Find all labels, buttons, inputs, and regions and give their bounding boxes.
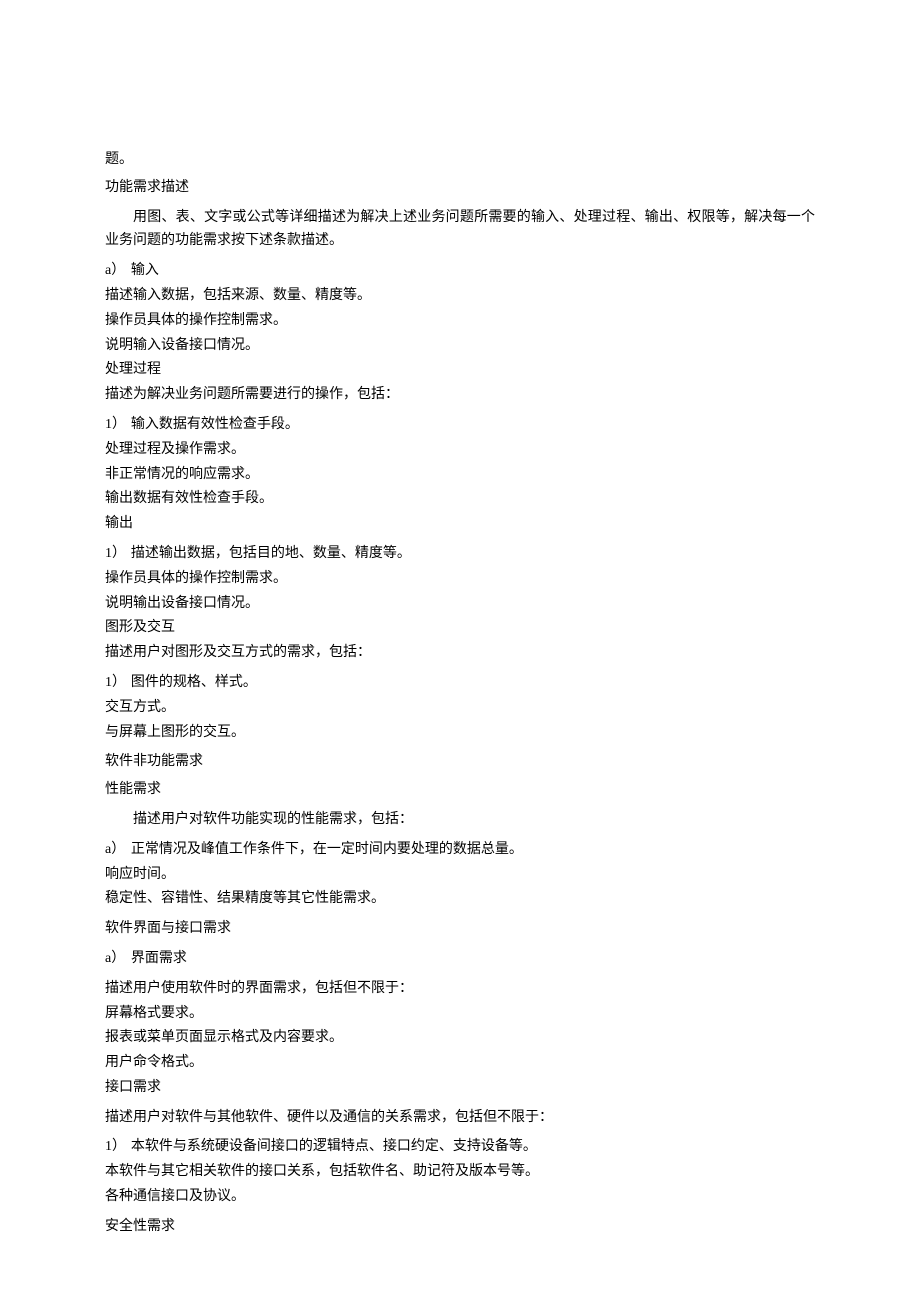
- marker-1: 1）: [105, 1135, 127, 1159]
- if-intro: 描述用户对软件与其他软件、硬件以及通信的关系需求，包括但不限于：: [105, 1106, 815, 1130]
- proc-text-1: 输入数据有效性检查手段。: [131, 417, 299, 432]
- out-line-2: 操作员具体的操作控制需求。: [105, 567, 815, 591]
- out-text-1: 描述输出数据，包括目的地、数量、精度等。: [131, 546, 411, 561]
- processing-intro: 描述为解决业务问题所需要进行的操作，包括：: [105, 383, 815, 407]
- gfx-line-2: 交互方式。: [105, 696, 815, 720]
- gfx-text-1: 图件的规格、样式。: [131, 675, 257, 690]
- heading-func-req-desc: 功能需求描述: [105, 176, 815, 200]
- if-line-1: 1） 本软件与系统硬设备间接口的逻辑特点、接口约定、支持设备等。: [105, 1135, 815, 1159]
- proc-line-1: 1） 输入数据有效性检查手段。: [105, 413, 815, 437]
- heading-security-req: 安全性需求: [105, 1215, 815, 1239]
- ui-line-3: 用户命令格式。: [105, 1051, 815, 1075]
- if-line-3: 各种通信接口及协议。: [105, 1185, 815, 1209]
- if-text-1: 本软件与系统硬设备间接口的逻辑特点、接口约定、支持设备等。: [131, 1139, 537, 1154]
- item-input: a） 输入: [105, 259, 815, 283]
- heading-perf-req: 性能需求: [105, 778, 815, 802]
- perf-line-2: 响应时间。: [105, 863, 815, 887]
- ui-line-1: 屏幕格式要求。: [105, 1002, 815, 1026]
- ui-intro: 描述用户使用软件时的界面需求，包括但不限于：: [105, 977, 815, 1001]
- proc-line-4: 输出数据有效性检查手段。: [105, 487, 815, 511]
- item-output: 输出: [105, 512, 815, 536]
- para-func-desc: 用图、表、文字或公式等详细描述为解决上述业务问题所需要的输入、处理过程、输出、权…: [105, 206, 815, 254]
- item-processing: 处理过程: [105, 358, 815, 382]
- proc-line-2: 处理过程及操作需求。: [105, 438, 815, 462]
- fragment-top: 题。: [105, 148, 815, 172]
- input-line-3: 说明输入设备接口情况。: [105, 334, 815, 358]
- item-ui: a） 界面需求: [105, 947, 815, 971]
- heading-ui-interface-req: 软件界面与接口需求: [105, 917, 815, 941]
- item-interface: 接口需求: [105, 1076, 815, 1100]
- item-graphics: 图形及交互: [105, 616, 815, 640]
- marker-1: 1）: [105, 671, 127, 695]
- perf-line-1: a） 正常情况及峰值工作条件下，在一定时间内要处理的数据总量。: [105, 838, 815, 862]
- input-line-2: 操作员具体的操作控制需求。: [105, 309, 815, 333]
- marker-a: a）: [105, 947, 127, 971]
- marker-a: a）: [105, 259, 127, 283]
- marker-1: 1）: [105, 413, 127, 437]
- gfx-line-1: 1） 图件的规格、样式。: [105, 671, 815, 695]
- perf-line-3: 稳定性、容错性、结果精度等其它性能需求。: [105, 887, 815, 911]
- ui-line-2: 报表或菜单页面显示格式及内容要求。: [105, 1026, 815, 1050]
- out-line-3: 说明输出设备接口情况。: [105, 592, 815, 616]
- out-line-1: 1） 描述输出数据，包括目的地、数量、精度等。: [105, 542, 815, 566]
- if-line-2: 本软件与其它相关软件的接口关系，包括软件名、助记符及版本号等。: [105, 1160, 815, 1184]
- marker-1: 1）: [105, 542, 127, 566]
- input-line-1: 描述输入数据，包括来源、数量、精度等。: [105, 284, 815, 308]
- gfx-line-3: 与屏幕上图形的交互。: [105, 721, 815, 745]
- heading-nonfunc-req: 软件非功能需求: [105, 750, 815, 774]
- perf-intro: 描述用户对软件功能实现的性能需求，包括：: [105, 808, 815, 832]
- perf-text-1: 正常情况及峰值工作条件下，在一定时间内要处理的数据总量。: [131, 842, 523, 857]
- label-ui: 界面需求: [131, 951, 187, 966]
- graphics-intro: 描述用户对图形及交互方式的需求，包括：: [105, 641, 815, 665]
- marker-a: a）: [105, 838, 127, 862]
- label-input: 输入: [131, 263, 159, 278]
- proc-line-3: 非正常情况的响应需求。: [105, 463, 815, 487]
